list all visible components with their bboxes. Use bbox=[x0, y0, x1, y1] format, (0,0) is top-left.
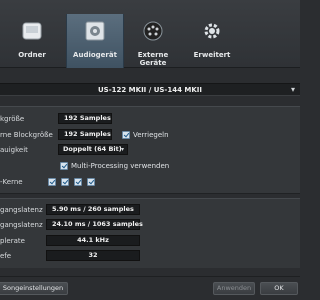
audio-device-select[interactable]: US-122 MKII / US-144 MKII ▾ bbox=[0, 83, 300, 96]
input-latency-label: gangslatenz bbox=[0, 206, 43, 214]
advanced-gear-icon bbox=[204, 23, 220, 39]
dialog-footer: Songeinstellungen Anwenden OK bbox=[0, 276, 300, 300]
buffer-size-field[interactable]: 192 Samples bbox=[58, 113, 112, 124]
ok-label: OK bbox=[274, 284, 284, 292]
precision-value: Doppelt (64 Bit) bbox=[63, 145, 122, 153]
tab-externe-geraete-label: Externe Geräte bbox=[137, 51, 169, 67]
input-latency-value: 5.90 ms / 260 samples bbox=[46, 204, 140, 215]
samplerate-value: 44.1 kHz bbox=[46, 235, 140, 246]
core-checkbox[interactable] bbox=[48, 178, 56, 186]
chevron-down-icon: ▾ bbox=[290, 85, 295, 94]
bitdepth-value: 32 bbox=[46, 250, 140, 261]
device-buffer-field[interactable]: 192 Samples bbox=[58, 129, 112, 140]
apply-label: Anwenden bbox=[216, 284, 252, 292]
multiprocessing-label: Multi-Processing verwenden bbox=[71, 162, 170, 170]
cores-label: -Kerne bbox=[0, 178, 23, 186]
core-checkbox[interactable] bbox=[74, 178, 82, 186]
chevron-down-icon: ▾ bbox=[120, 146, 124, 153]
output-latency-value: 24.10 ms / 1063 samples bbox=[46, 219, 143, 230]
precision-label: auigkeit bbox=[0, 146, 28, 154]
latency-info-panel: gangslatenz 5.90 ms / 260 samples gangsl… bbox=[0, 198, 300, 268]
core-checkbox[interactable] bbox=[87, 178, 95, 186]
tab-ordner-label: Ordner bbox=[18, 51, 46, 59]
tab-erweitert-label: Erweitert bbox=[193, 51, 231, 59]
samplerate-label: plerate bbox=[0, 237, 25, 245]
bitdepth-label: efe bbox=[0, 252, 12, 260]
tab-externe-geraete[interactable]: Externe Geräte bbox=[124, 14, 182, 68]
tab-audiogeraet[interactable]: Audiogerät bbox=[66, 14, 124, 68]
core-checkbox[interactable] bbox=[61, 178, 69, 186]
audio-device-icon bbox=[85, 21, 105, 41]
ok-button[interactable]: OK bbox=[260, 282, 298, 295]
song-settings-button[interactable]: Songeinstellungen bbox=[0, 282, 68, 295]
tab-ordner[interactable]: Ordner bbox=[3, 14, 61, 68]
output-latency-label: gangslatenz bbox=[0, 221, 43, 229]
buffer-settings-panel: kgröße 192 Samples rne Blockgröße 192 Sa… bbox=[0, 106, 300, 194]
precision-dropdown[interactable]: Doppelt (64 Bit) ▾ bbox=[58, 144, 128, 155]
multiprocessing-checkbox[interactable] bbox=[60, 162, 68, 170]
buffer-size-label: kgröße bbox=[0, 115, 25, 123]
audio-device-name: US-122 MKII / US-144 MKII bbox=[98, 86, 202, 94]
folder-icon bbox=[22, 22, 42, 40]
lock-label: Verriegeln bbox=[133, 131, 169, 139]
lock-checkbox[interactable] bbox=[122, 131, 130, 139]
song-settings-label: Songeinstellungen bbox=[2, 284, 64, 292]
external-devices-icon bbox=[143, 21, 163, 41]
tab-audiogeraet-label: Audiogerät bbox=[73, 51, 117, 59]
apply-button[interactable]: Anwenden bbox=[213, 282, 255, 295]
tab-erweitert[interactable]: Erweitert bbox=[183, 14, 241, 68]
preferences-toolbar: Ordner Audiogerät Externe Geräte Erweite… bbox=[0, 0, 300, 68]
device-buffer-label: rne Blockgröße bbox=[0, 131, 53, 139]
